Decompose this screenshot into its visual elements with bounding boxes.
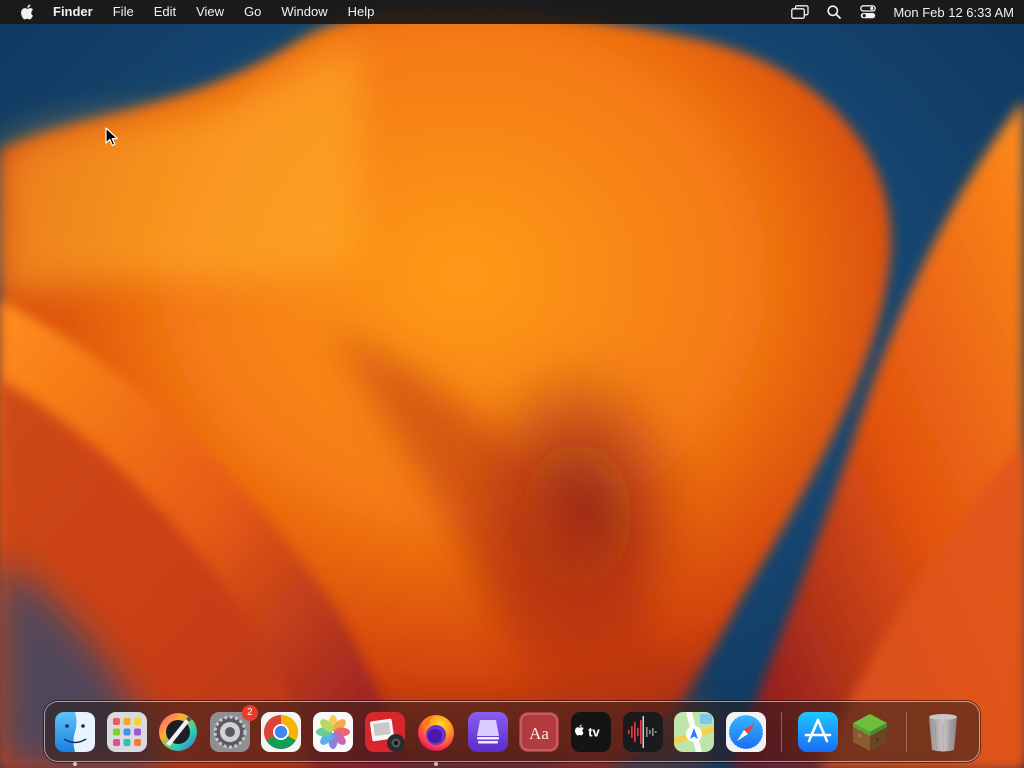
menu-edit[interactable]: Edit — [144, 0, 186, 24]
dock-app-store[interactable] — [796, 710, 840, 754]
dock-apple-tv[interactable]: tv — [569, 710, 613, 754]
screen-mirroring-icon[interactable] — [789, 0, 811, 24]
dock-minecraft[interactable] — [848, 710, 892, 754]
running-indicator — [434, 761, 439, 766]
dictionary-icon: Aa — [519, 711, 560, 752]
dock-separator — [905, 711, 907, 752]
app-store-icon — [798, 711, 839, 752]
dock-photo-booth[interactable] — [363, 710, 407, 754]
purple-stack-icon — [467, 711, 508, 752]
spotlight-search-icon[interactable] — [823, 0, 845, 24]
menu-file[interactable]: File — [103, 0, 144, 24]
dock: 2 Aa tv — [44, 701, 980, 766]
menu-app-name[interactable]: Finder — [53, 0, 103, 24]
menu-help[interactable]: Help — [338, 0, 385, 24]
dock-purple-app[interactable] — [466, 710, 510, 754]
dock-voice-memos[interactable] — [621, 710, 665, 754]
dock-safari[interactable] — [724, 710, 768, 754]
mouse-cursor-icon — [105, 127, 118, 146]
photos-icon — [312, 711, 353, 752]
dictionary-label: Aa — [529, 724, 549, 743]
dock-paint-app[interactable] — [156, 710, 200, 754]
safari-icon — [725, 711, 766, 752]
dock-chrome[interactable] — [259, 710, 303, 754]
paint-app-icon — [159, 712, 198, 751]
desktop-wallpaper — [0, 0, 1024, 768]
apple-logo-icon[interactable] — [17, 0, 37, 24]
running-indicator — [73, 761, 77, 766]
menu-go[interactable]: Go — [234, 0, 271, 24]
apple-tv-label: tv — [588, 724, 600, 739]
voice-memos-icon — [622, 711, 663, 752]
trash-icon — [928, 713, 957, 751]
firefox-icon — [418, 714, 455, 751]
menu-bar-right: Mon Feb 12 6:33 AM — [777, 0, 1014, 24]
apple-tv-icon: tv — [570, 711, 611, 752]
dock-finder[interactable] — [53, 710, 97, 766]
dock-photos[interactable] — [311, 710, 355, 754]
menu-view[interactable]: View — [186, 0, 234, 24]
dock-system-settings[interactable]: 2 — [208, 704, 258, 754]
photo-booth-icon — [364, 711, 405, 752]
dock-separator — [781, 711, 783, 752]
launchpad-icon — [106, 711, 147, 752]
dock-launchpad[interactable] — [105, 710, 149, 754]
dock-dictionary[interactable]: Aa — [517, 710, 561, 754]
dock-trash[interactable] — [921, 710, 965, 754]
dock-firefox[interactable] — [414, 710, 458, 766]
menu-bar-left: Finder File Edit View Go Window Help — [17, 0, 384, 24]
minecraft-icon — [852, 713, 887, 751]
control-center-icon[interactable] — [857, 0, 879, 24]
notification-badge: 2 — [241, 704, 258, 721]
chrome-icon — [261, 711, 302, 752]
maps-icon — [674, 711, 715, 752]
menu-bar-clock[interactable]: Mon Feb 12 6:33 AM — [893, 5, 1014, 20]
menu-window[interactable]: Window — [271, 0, 337, 24]
menu-bar: Finder File Edit View Go Window Help Mon… — [0, 0, 1024, 24]
finder-icon — [55, 711, 95, 752]
dock-maps[interactable] — [672, 710, 716, 754]
